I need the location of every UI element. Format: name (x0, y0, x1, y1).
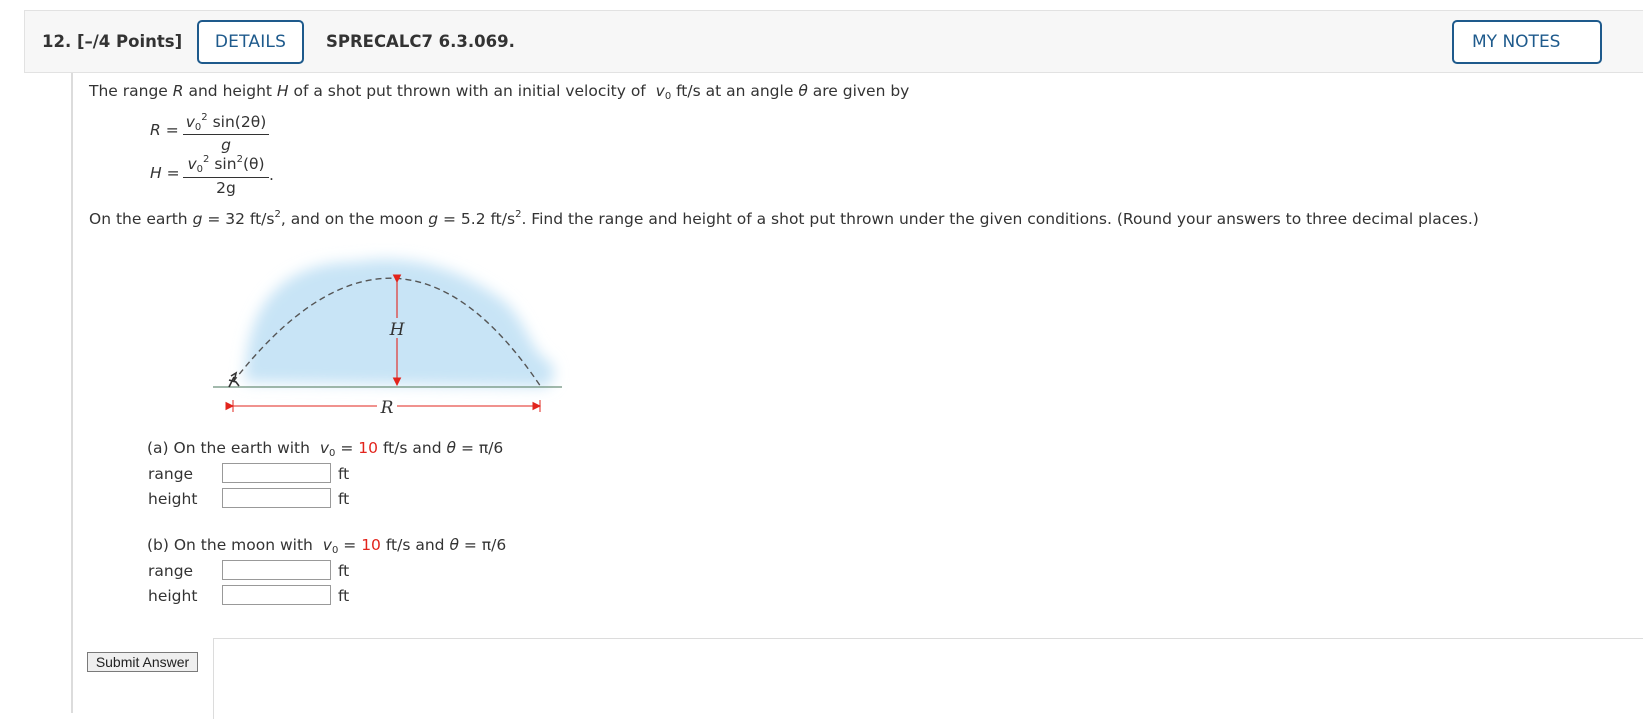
thrower-icon (228, 371, 240, 388)
part-b-range-unit: ft (338, 562, 350, 580)
submit-answer-button[interactable]: Submit Answer (87, 652, 198, 672)
part-b-prompt: (b) On the moon with v0 = 10 ft/s and θ … (147, 536, 507, 556)
height-label: H (389, 320, 406, 340)
height-formula-denominator: 2g (216, 179, 236, 197)
trajectory-figure: H R (213, 259, 562, 418)
my-notes-button[interactable]: MY NOTES (1452, 20, 1602, 64)
part-a-range-label: range (148, 465, 194, 483)
details-button[interactable]: DETAILS (197, 20, 304, 64)
range-formula-denominator: g (221, 136, 231, 154)
range-label: R (380, 398, 394, 418)
conditions-text: On the earth g = 32 ft/s2, and on the mo… (89, 209, 1479, 229)
question-code: SPRECALC7 6.3.069. (326, 32, 515, 51)
part-b-range-input[interactable] (222, 560, 331, 580)
part-a-height-input[interactable] (222, 488, 331, 508)
part-a-range-unit: ft (338, 465, 350, 483)
question-left-border (71, 73, 73, 713)
part-a-height-label: height (148, 490, 198, 508)
part-b-height-label: height (148, 587, 198, 605)
part-a-height-unit: ft (338, 490, 350, 508)
part-b-height-unit: ft (338, 587, 350, 605)
part-a-prompt: (a) On the earth with v0 = 10 ft/s and θ… (147, 439, 504, 459)
intro-text: The range R and height H of a shot put t… (89, 82, 910, 102)
height-formula-numerator: v02 sin2(θ) (187, 154, 265, 175)
question-header: 12. [–/4 Points] DETAILS SPRECALC7 6.3.0… (24, 10, 1643, 73)
range-formula-numerator: v02 sin(2θ) (185, 112, 267, 133)
part-a-range-input[interactable] (222, 463, 331, 483)
part-b-height-input[interactable] (222, 585, 331, 605)
question-number-points: 12. [–/4 Points] (42, 32, 183, 51)
part-b-range-label: range (148, 562, 194, 580)
height-fraction-bar (183, 177, 269, 178)
range-fraction-bar (183, 134, 269, 135)
